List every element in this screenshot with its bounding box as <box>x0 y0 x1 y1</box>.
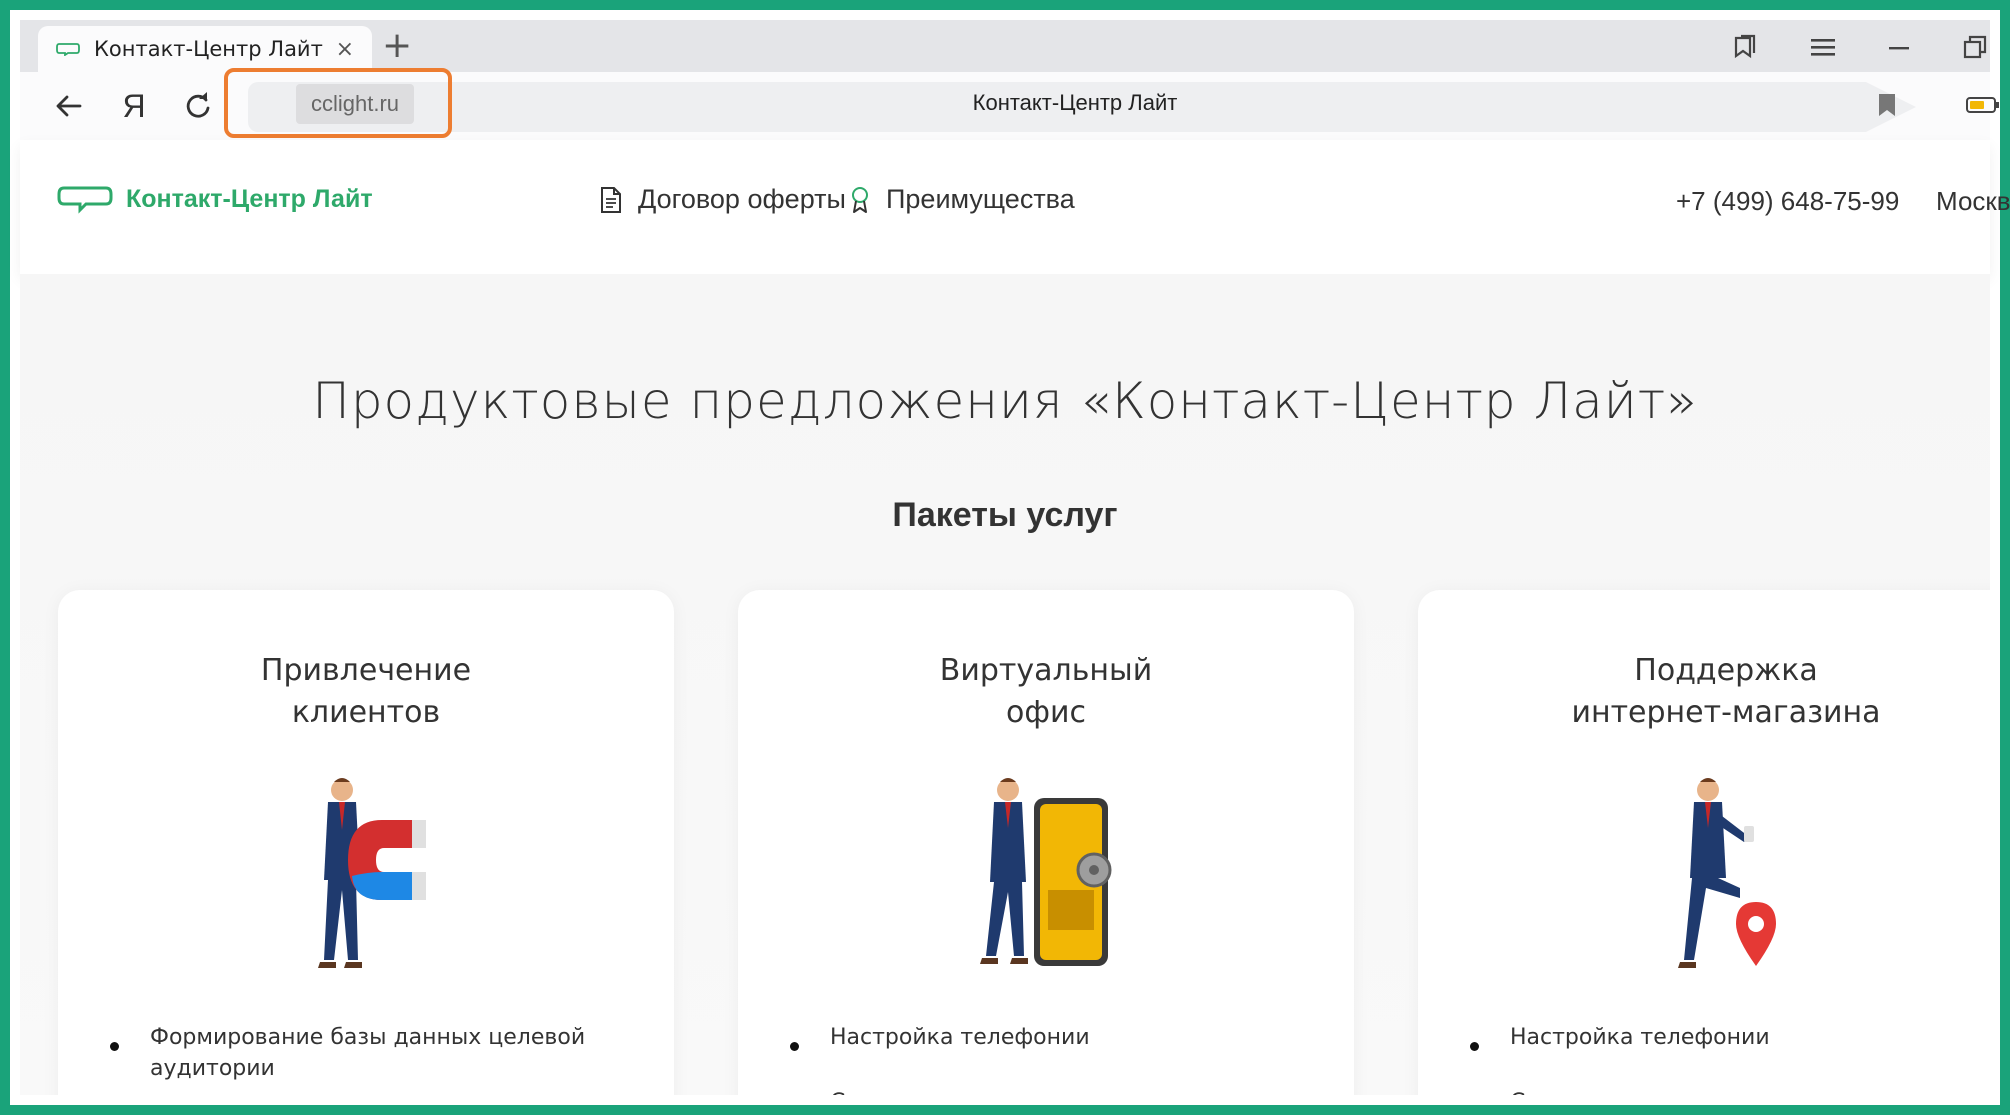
logo-text: Контакт-Центр Лайт <box>126 184 373 213</box>
page-heading: Продуктовые предложения «Контакт-Центр Л… <box>312 372 1698 430</box>
domain-highlight-box <box>224 68 452 138</box>
restore-window-icon[interactable] <box>1958 32 1992 62</box>
card-title-line-1: Виртуальный <box>939 653 1153 688</box>
card-feature-item: Составление и программирование <box>830 1087 1324 1095</box>
logo-speech-bubble-icon <box>57 186 113 214</box>
card-feature-item: Настройка телефонии <box>1470 1022 1990 1053</box>
browser-tab[interactable]: Контакт-Центр Лайт × <box>38 26 372 72</box>
tab-close-icon[interactable]: × <box>336 37 354 62</box>
nav-offer-agreement[interactable]: Договор оферты <box>600 184 846 215</box>
site-favicon-icon <box>56 43 80 56</box>
card-title: Виртуальный офис <box>738 650 1354 734</box>
card-title: Привлечение клиентов <box>58 650 674 734</box>
new-tab-button[interactable]: + <box>382 28 412 64</box>
card-feature-list: Настройка телефонии Составление и програ… <box>1458 1022 1990 1095</box>
card-feature-list: Формирование базы данных целевой аудитор… <box>98 1022 644 1095</box>
nav-advantages-label: Преимущества <box>886 184 1075 214</box>
businessman-with-magnet-icon <box>318 778 426 968</box>
card-title-line-2: интернет-магазина <box>1571 695 1881 730</box>
minimize-icon[interactable] <box>1882 32 1916 62</box>
bookmarks-panel-icon[interactable] <box>1728 32 1762 62</box>
site-logo[interactable]: Контакт-Центр Лайт <box>56 184 373 214</box>
card-title: Поддержка интернет-магазина <box>1418 650 1990 734</box>
card-title-line-2: офис <box>1006 695 1086 730</box>
screenshot-frame: Контакт-Центр Лайт × + Я cclight.ru Конт… <box>0 0 2010 1115</box>
reload-icon[interactable] <box>176 84 220 128</box>
phone-number[interactable]: +7 (499) 648-75-99 <box>1676 186 1899 217</box>
service-card-client-acquisition[interactable]: Привлечение клиентов Формирование базы д… <box>58 590 674 1095</box>
main-content: Продуктовые предложения «Контакт-Центр Л… <box>20 274 1990 1095</box>
card-title-line-1: Поддержка <box>1634 653 1818 688</box>
document-icon <box>601 186 621 213</box>
card-feature-item: Составление и программирование <box>1510 1087 1990 1095</box>
businessman-with-map-pin-icon <box>1678 778 1776 968</box>
card-title-line-2: клиентов <box>291 695 441 730</box>
nav-offer-agreement-label: Договор оферты <box>638 184 846 214</box>
tab-title: Контакт-Центр Лайт <box>94 37 323 61</box>
card-feature-item: Настройка телефонии <box>790 1022 1324 1053</box>
tab-bar: Контакт-Центр Лайт × + <box>20 20 1990 72</box>
card-feature-list: Настройка телефонии Составление и програ… <box>778 1022 1324 1095</box>
city-selector[interactable]: Москв <box>1936 186 2010 217</box>
site-header: Контакт-Центр Лайт Договор оферты Преиму… <box>20 140 2010 274</box>
yandex-button[interactable]: Я <box>112 84 156 128</box>
section-heading: Пакеты услуг <box>892 496 1118 534</box>
businessman-with-safe-icon <box>980 778 1112 966</box>
nav-advantages[interactable]: Преимущества <box>850 184 1075 215</box>
card-feature-item: Формирование базы данных целевой аудитор… <box>110 1022 644 1084</box>
card-title-line-1: Привлечение <box>260 653 472 688</box>
menu-icon[interactable] <box>1806 32 1840 62</box>
bookmark-icon[interactable] <box>1876 92 1898 118</box>
battery-saver-icon[interactable] <box>1966 96 2000 114</box>
service-card-online-store-support[interactable]: Поддержка интернет-магазина Настройка те… <box>1418 590 1990 1095</box>
award-icon <box>852 186 868 213</box>
service-card-virtual-office[interactable]: Виртуальный офис Настройка телефонии Сос… <box>738 590 1354 1095</box>
address-bar-page-title: Контакт-Центр Лайт <box>972 90 1178 115</box>
back-arrow-icon[interactable] <box>46 84 90 128</box>
